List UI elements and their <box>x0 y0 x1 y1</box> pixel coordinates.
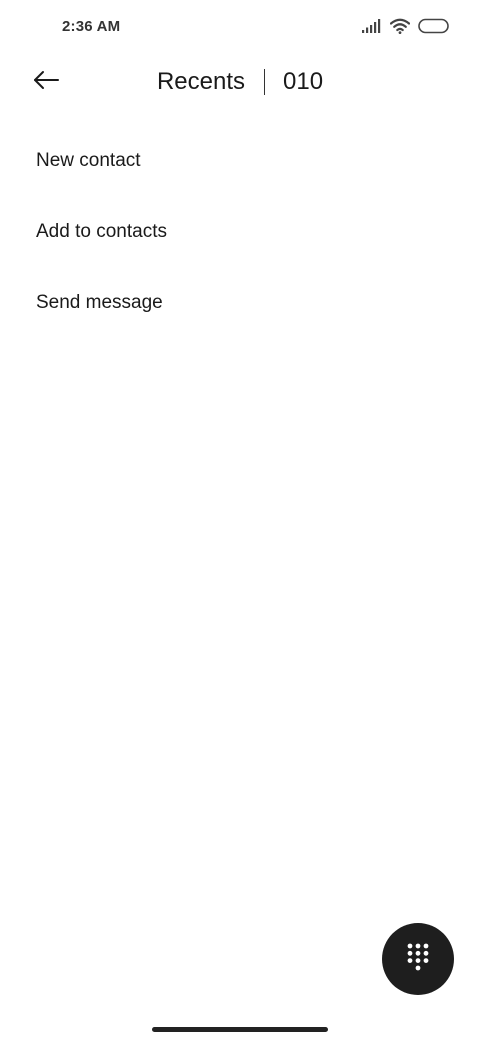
page-title: Recents <box>156 68 245 95</box>
battery-icon <box>418 18 450 39</box>
action-menu: New contact Add to contacts Send message <box>0 125 480 338</box>
dialpad-button[interactable] <box>382 923 454 995</box>
header: Recents 010 <box>0 56 480 108</box>
menu-item-label: New contact <box>36 149 141 171</box>
status-bar: 2:36 AM <box>0 0 480 56</box>
status-icons <box>362 18 450 38</box>
home-indicator[interactable] <box>152 1027 328 1032</box>
phone-number: 010 <box>283 68 324 95</box>
title-divider <box>264 69 265 95</box>
menu-item-send-message[interactable]: Send message <box>0 267 480 338</box>
status-time: 2:36 AM <box>62 18 121 35</box>
menu-item-label: Send message <box>36 291 163 313</box>
menu-item-new-contact[interactable]: New contact <box>0 125 480 196</box>
menu-item-label: Add to contacts <box>36 220 167 242</box>
title-bar: Recents 010 <box>0 64 480 100</box>
signal-icon <box>362 18 382 38</box>
dialpad-icon <box>406 942 430 977</box>
menu-item-add-to-contacts[interactable]: Add to contacts <box>0 196 480 267</box>
wifi-icon <box>389 18 411 39</box>
